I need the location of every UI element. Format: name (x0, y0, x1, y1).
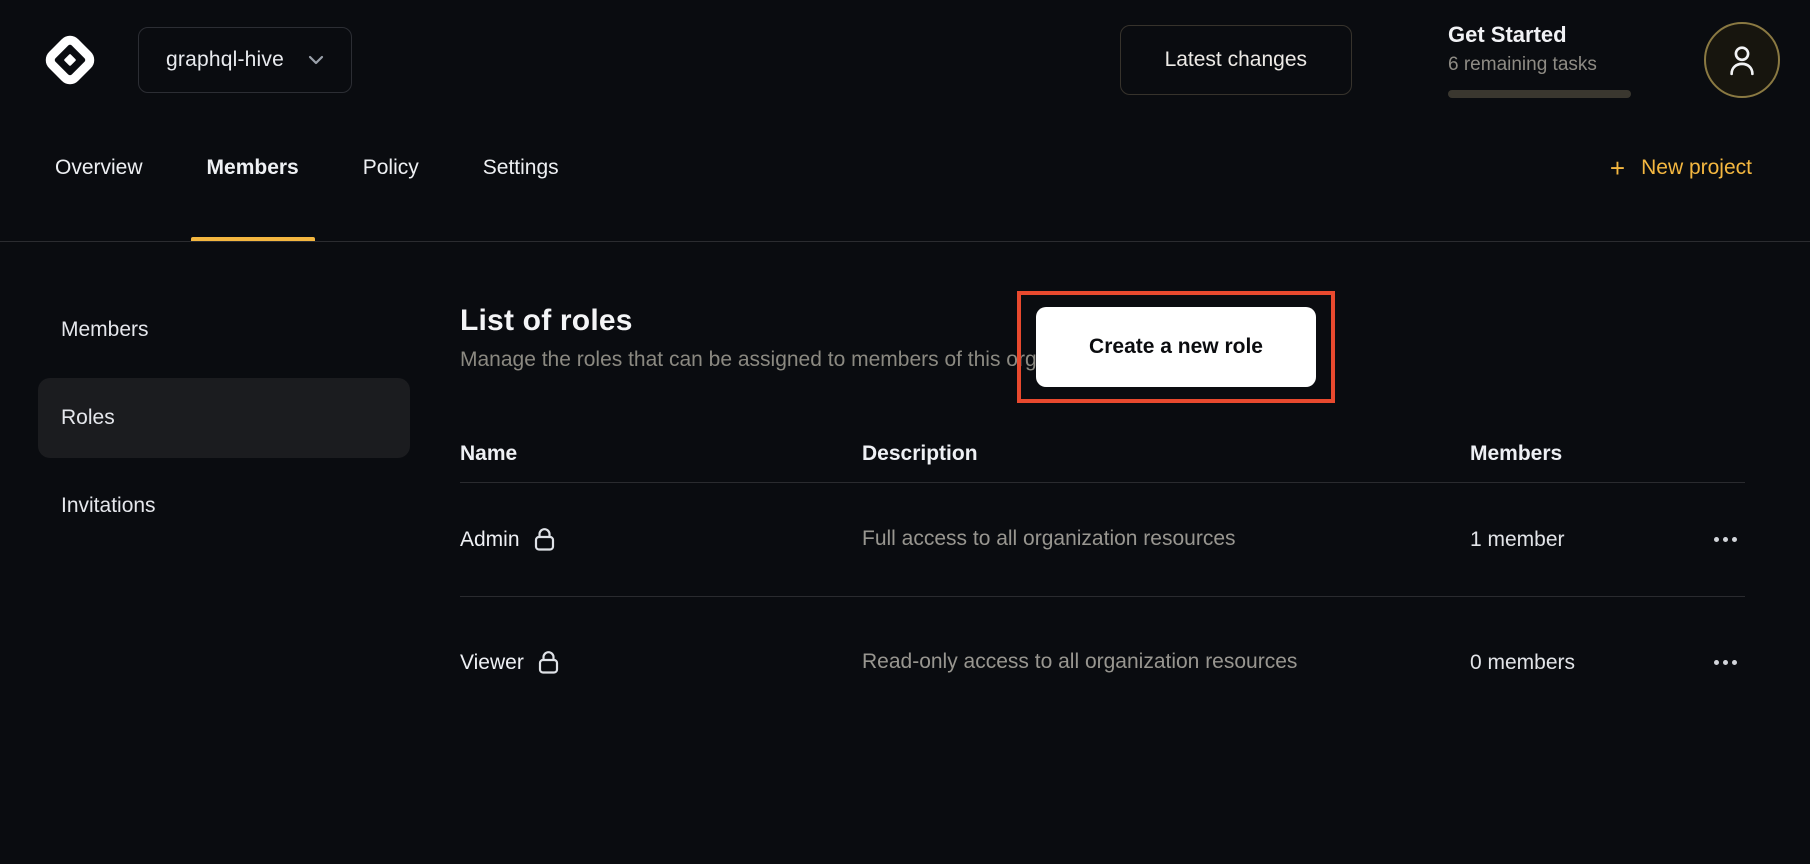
tab-overview-label: Overview (55, 156, 143, 180)
sidebar-item-members-label: Members (61, 318, 149, 342)
sidebar-item-invitations[interactable]: Invitations (38, 466, 410, 546)
role-member-count: 0 members (1470, 651, 1710, 675)
hive-logo-icon (38, 28, 102, 92)
ellipsis-dot (1732, 660, 1737, 665)
get-started-remaining: 6 remaining tasks (1448, 54, 1638, 76)
tab-members[interactable]: Members (191, 120, 315, 241)
sidebar-item-roles-label: Roles (61, 406, 115, 430)
roles-table: Name Description Members Admin Full acce… (460, 426, 1745, 728)
ellipsis-dot (1723, 660, 1728, 665)
get-started-progressbar (1448, 90, 1631, 98)
role-name: Admin (460, 528, 520, 552)
sidebar-item-roles[interactable]: Roles (38, 378, 410, 458)
table-row-viewer: Viewer Read-only access to all organizat… (460, 596, 1745, 728)
role-name: Viewer (460, 651, 524, 675)
members-sidebar: Members Roles Invitations (38, 290, 410, 546)
new-project-button[interactable]: + New project (1610, 155, 1752, 181)
tab-policy-label: Policy (363, 156, 419, 180)
get-started-title: Get Started (1448, 22, 1638, 48)
column-header-description: Description (862, 442, 1470, 466)
tab-overview[interactable]: Overview (39, 120, 159, 241)
org-tabbar: Overview Members Policy Settings + New p… (0, 120, 1810, 242)
row-menu-button[interactable] (1710, 650, 1741, 675)
tab-policy[interactable]: Policy (347, 120, 435, 241)
members-page: Members Roles Invitations List of roles … (0, 242, 1810, 864)
top-bar: graphql-hive Latest changes Get Started … (0, 0, 1810, 120)
chevron-down-icon (308, 55, 324, 65)
tab-settings-label: Settings (483, 156, 559, 180)
lock-icon (534, 527, 555, 552)
person-icon (1725, 42, 1759, 78)
latest-changes-button[interactable]: Latest changes (1120, 25, 1352, 95)
ellipsis-dot (1723, 537, 1728, 542)
sidebar-item-members[interactable]: Members (38, 290, 410, 370)
create-role-button[interactable]: Create a new role (1036, 307, 1316, 387)
role-description: Full access to all organization resource… (862, 525, 1322, 553)
tab-settings[interactable]: Settings (467, 120, 575, 241)
tab-members-label: Members (207, 156, 299, 180)
roles-table-header: Name Description Members (460, 426, 1745, 482)
org-selector-label: graphql-hive (166, 48, 284, 72)
role-description: Read-only access to all organization res… (862, 648, 1322, 676)
annotation-highlight: Create a new role (1017, 291, 1335, 403)
user-avatar[interactable] (1704, 22, 1780, 98)
column-header-members: Members (1470, 442, 1710, 466)
ellipsis-dot (1714, 537, 1719, 542)
role-member-count: 1 member (1470, 528, 1710, 552)
org-selector[interactable]: graphql-hive (138, 27, 352, 93)
table-row-admin: Admin Full access to all organization re… (460, 482, 1745, 596)
ellipsis-dot (1732, 537, 1737, 542)
new-project-label: New project (1641, 156, 1752, 180)
lock-icon (538, 650, 559, 675)
get-started-widget[interactable]: Get Started 6 remaining tasks (1448, 22, 1638, 98)
column-header-name: Name (460, 442, 862, 466)
row-menu-button[interactable] (1710, 527, 1741, 552)
plus-icon: + (1610, 155, 1625, 181)
sidebar-item-invitations-label: Invitations (61, 494, 156, 518)
ellipsis-dot (1714, 660, 1719, 665)
